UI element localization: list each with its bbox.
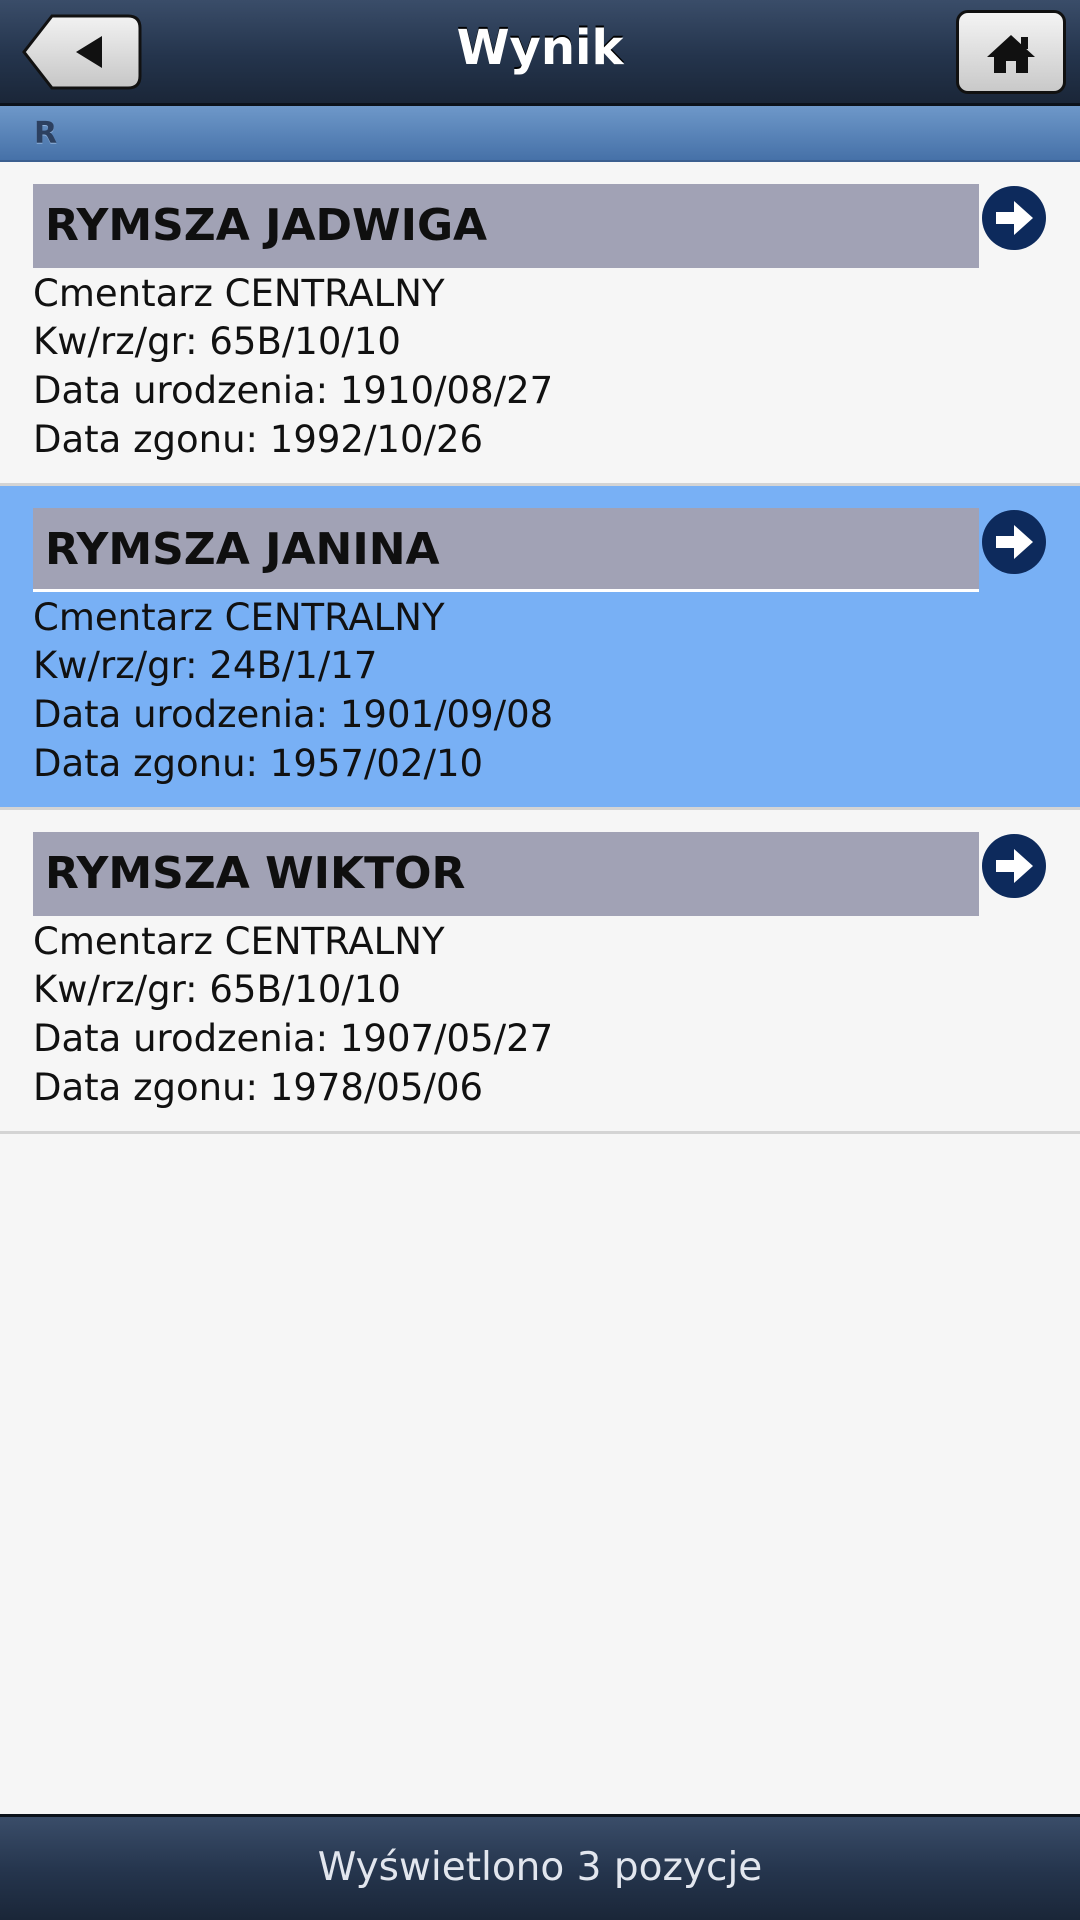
grave-location: Kw/rz/gr: 24B/1/17 <box>33 644 378 687</box>
death-date: Data zgonu: 1978/05/06 <box>33 1066 484 1109</box>
person-name: RYMSZA WIKTOR <box>45 848 466 899</box>
name-band: RYMSZA WIKTOR <box>33 832 979 916</box>
result-count-status: Wyświetlono 3 pozycje <box>317 1845 763 1890</box>
arrow-right-icon[interactable] <box>980 832 1048 900</box>
results-list: RYMSZA JADWIGA Cmentarz CENTRALNY Kw/rz/… <box>0 162 1080 1134</box>
death-date: Data zgonu: 1957/02/10 <box>33 742 484 785</box>
name-band: RYMSZA JADWIGA <box>33 184 979 268</box>
list-divider: R <box>0 106 1080 162</box>
birth-date: Data urodzenia: 1910/08/27 <box>33 369 554 412</box>
footer-bar: Wyświetlono 3 pozycje <box>0 1814 1080 1920</box>
person-name: RYMSZA JANINA <box>45 524 440 575</box>
divider-letter: R <box>34 116 58 151</box>
list-item[interactable]: RYMSZA JADWIGA Cmentarz CENTRALNY Kw/rz/… <box>0 162 1080 486</box>
list-item[interactable]: RYMSZA WIKTOR Cmentarz CENTRALNY Kw/rz/g… <box>0 810 1080 1134</box>
person-name: RYMSZA JADWIGA <box>45 200 488 251</box>
arrow-right-icon[interactable] <box>980 184 1048 252</box>
cemetery-label: Cmentarz CENTRALNY <box>33 596 445 639</box>
home-button[interactable] <box>956 10 1066 94</box>
name-band: RYMSZA JANINA <box>33 508 979 592</box>
home-icon <box>987 35 1035 73</box>
cemetery-label: Cmentarz CENTRALNY <box>33 272 445 315</box>
cemetery-label: Cmentarz CENTRALNY <box>33 920 445 963</box>
page-title: Wynik <box>456 20 624 76</box>
birth-date: Data urodzenia: 1901/09/08 <box>33 693 554 736</box>
grave-location: Kw/rz/gr: 65B/10/10 <box>33 320 401 363</box>
death-date: Data zgonu: 1992/10/26 <box>33 418 484 461</box>
birth-date: Data urodzenia: 1907/05/27 <box>33 1017 554 1060</box>
arrow-right-icon[interactable] <box>980 508 1048 576</box>
grave-location: Kw/rz/gr: 65B/10/10 <box>33 968 401 1011</box>
header-bar: Wynik <box>0 0 1080 106</box>
list-item-selected[interactable]: RYMSZA JANINA Cmentarz CENTRALNY Kw/rz/g… <box>0 486 1080 810</box>
